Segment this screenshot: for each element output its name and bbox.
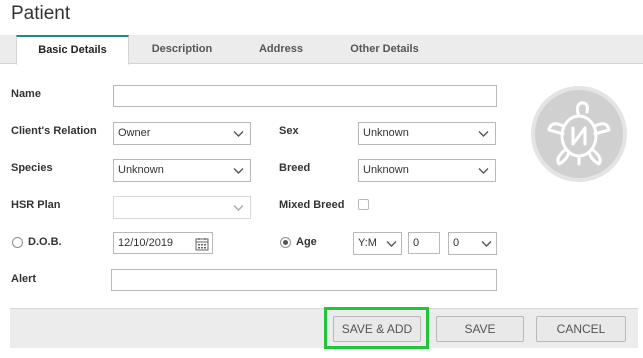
dob-radio[interactable] bbox=[12, 237, 23, 248]
mixed-breed-checkbox[interactable] bbox=[358, 199, 369, 210]
breed-value: Unknown bbox=[363, 164, 409, 176]
tab-basic-details[interactable]: Basic Details bbox=[16, 35, 129, 65]
name-label: Name bbox=[11, 88, 41, 100]
chevron-down-icon bbox=[233, 168, 244, 174]
sex-label: Sex bbox=[279, 125, 299, 137]
species-select[interactable]: Unknown bbox=[113, 159, 251, 182]
hsr-plan-select[interactable] bbox=[113, 196, 251, 219]
alert-input[interactable] bbox=[111, 269, 497, 291]
age-label: Age bbox=[296, 236, 317, 248]
dob-input[interactable]: 12/10/2019 bbox=[113, 232, 213, 254]
chevron-down-icon bbox=[233, 205, 244, 211]
patient-avatar[interactable] bbox=[531, 86, 627, 182]
sex-value: Unknown bbox=[363, 127, 409, 139]
chevron-down-icon bbox=[478, 168, 489, 174]
mixed-breed-label: Mixed Breed bbox=[279, 199, 345, 211]
cancel-button[interactable]: CANCEL bbox=[536, 316, 626, 342]
chevron-down-icon bbox=[386, 241, 397, 247]
dob-value: 12/10/2019 bbox=[118, 237, 174, 249]
chevron-down-icon bbox=[481, 241, 492, 247]
save-and-add-button[interactable]: SAVE & ADD bbox=[333, 316, 421, 342]
clients-relation-value: Owner bbox=[118, 127, 151, 139]
sex-select[interactable]: Unknown bbox=[358, 122, 496, 145]
age-unit-select[interactable]: Y:M bbox=[353, 232, 402, 255]
chevron-down-icon bbox=[233, 131, 244, 137]
dob-label: D.O.B. bbox=[28, 236, 62, 248]
tab-bar: Basic Details Description Address Other … bbox=[0, 35, 643, 65]
clients-relation-select[interactable]: Owner bbox=[113, 122, 251, 145]
age-unit-value: Y:M bbox=[358, 237, 377, 249]
name-input[interactable] bbox=[113, 85, 497, 107]
breed-label: Breed bbox=[279, 162, 311, 174]
age-radio[interactable] bbox=[280, 237, 291, 248]
chevron-down-icon bbox=[478, 131, 489, 137]
breed-select[interactable]: Unknown bbox=[358, 159, 496, 182]
species-value: Unknown bbox=[118, 164, 164, 176]
age-years-value: 0 bbox=[413, 237, 420, 249]
page-title: Patient bbox=[11, 3, 71, 24]
tab-other-details[interactable]: Other Details bbox=[332, 35, 437, 64]
species-label: Species bbox=[11, 162, 53, 174]
save-button[interactable]: SAVE bbox=[436, 316, 524, 342]
clients-relation-label: Client's Relation bbox=[11, 125, 97, 137]
age-months-select[interactable]: 0 bbox=[448, 232, 497, 255]
age-years-input[interactable]: 0 bbox=[408, 232, 440, 254]
tab-address[interactable]: Address bbox=[240, 35, 322, 64]
hsr-plan-label: HSR Plan bbox=[11, 199, 61, 211]
tab-description[interactable]: Description bbox=[137, 35, 227, 64]
age-months-value: 0 bbox=[453, 237, 460, 249]
alert-label: Alert bbox=[11, 273, 37, 285]
calendar-icon[interactable] bbox=[195, 237, 209, 251]
turtle-logo-icon bbox=[547, 101, 611, 166]
